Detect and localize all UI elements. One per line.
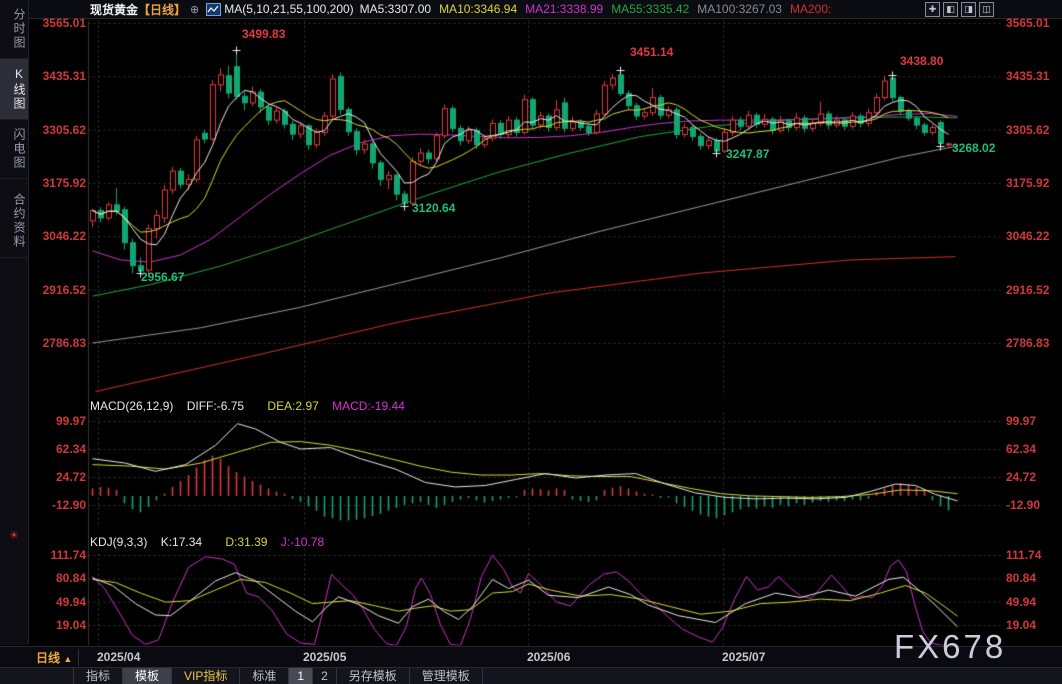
price-axis-tick-label: 3175.92 bbox=[30, 176, 86, 190]
tab-standard[interactable]: 标准 bbox=[240, 668, 289, 684]
kdj-axis-tick-label: 19.04 bbox=[1006, 618, 1036, 632]
price-axis-tick-label: 2916.52 bbox=[1006, 283, 1049, 297]
time-tick: 2025/06 bbox=[527, 650, 570, 664]
price-axis-tick-label: 3435.31 bbox=[1006, 69, 1049, 83]
ma21-value: MA21:3338.99 bbox=[525, 2, 603, 16]
pan-icon[interactable]: ✚ bbox=[925, 2, 940, 17]
sidebar-item-lightning[interactable]: 闪电图 bbox=[0, 120, 28, 179]
tab-template-2[interactable]: 2 bbox=[313, 668, 337, 684]
chevron-up-icon: ▲ bbox=[63, 654, 72, 664]
price-axis-tick-label: 3305.62 bbox=[1006, 123, 1049, 137]
price-annotation: 3451.14 bbox=[630, 45, 673, 59]
price-axis-tick-label: 2786.83 bbox=[30, 336, 86, 350]
kdj-axis-tick-label: 49.94 bbox=[30, 595, 86, 609]
expand-icon[interactable]: ⊕ bbox=[190, 3, 199, 16]
top-bar: 现货黄金 【日线】 ⊕ MA(5,10,21,55,100,200) MA5:3… bbox=[28, 0, 1062, 19]
sidebar-item-contract-info[interactable]: 合约资料 bbox=[0, 185, 28, 258]
collapse-pane-icon[interactable]: ◫ bbox=[979, 2, 994, 17]
time-tick: 2025/07 bbox=[722, 650, 765, 664]
ma-settings-label[interactable]: MA(5,10,21,55,100,200) bbox=[224, 2, 353, 16]
price-annotation: 3268.02 bbox=[952, 141, 995, 155]
tab-indicators[interactable]: 指标 bbox=[73, 668, 123, 684]
alert-sun-icon[interactable]: ☀ bbox=[9, 529, 19, 542]
ma100-value: MA100:3267.03 bbox=[697, 2, 782, 16]
macd-dea-value: DEA:2.97 bbox=[267, 399, 318, 413]
macd-header: MACD(26,12,9) DIFF:-6.75 DEA:2.97 MACD:-… bbox=[90, 399, 415, 413]
price-axis-tick-label: 3435.31 bbox=[30, 69, 86, 83]
kdj-axis-tick-label: 111.74 bbox=[30, 548, 86, 562]
kdj-axis-tick-label: 49.94 bbox=[1006, 595, 1036, 609]
symbol-title: 现货黄金 bbox=[90, 1, 138, 18]
ma5-value: MA5:3307.00 bbox=[360, 2, 431, 16]
chart-type-icon[interactable] bbox=[206, 3, 221, 16]
macd-macd-value: MACD:-19.44 bbox=[332, 399, 405, 413]
tab-template-1[interactable]: 1 bbox=[289, 668, 313, 684]
app-window: 现货黄金 【日线】 ⊕ MA(5,10,21,55,100,200) MA5:3… bbox=[0, 0, 1062, 684]
tab-manage-templates[interactable]: 管理模板 bbox=[410, 668, 483, 684]
price-axis-tick-label: 3046.22 bbox=[30, 229, 86, 243]
kdj-header: KDJ(9,3,3) K:17.34 D:31.39 J:-10.78 bbox=[90, 535, 334, 549]
macd-axis-tick-label: 24.72 bbox=[1006, 470, 1036, 484]
price-axis-tick-label: 3046.22 bbox=[1006, 229, 1049, 243]
price-axis-tick-label: 3305.62 bbox=[30, 123, 86, 137]
kdj-name-k: KDJ(9,3,3) K:17.34 bbox=[90, 535, 212, 549]
period-tag[interactable]: 【日线】 bbox=[138, 1, 186, 18]
period-selector[interactable]: 日线 ▲ bbox=[30, 649, 79, 666]
kdj-axis-tick-label: 19.04 bbox=[30, 618, 86, 632]
kdj-axis-tick-label: 80.84 bbox=[30, 571, 86, 585]
kdj-d-value: D:31.39 bbox=[225, 535, 267, 549]
price-axis-tick-label: 3565.01 bbox=[30, 16, 86, 30]
macd-axis-tick-label: -12.90 bbox=[1006, 498, 1040, 512]
macd-name-diff: MACD(26,12,9) DIFF:-6.75 bbox=[90, 399, 254, 413]
ma55-value: MA55:3335.42 bbox=[611, 2, 689, 16]
macd-axis-tick-label: 62.34 bbox=[30, 442, 86, 456]
price-axis-tick-label: 3565.01 bbox=[1006, 16, 1049, 30]
kdj-axis-tick-label: 111.74 bbox=[1006, 548, 1041, 562]
price-annotation: 3120.64 bbox=[412, 201, 455, 215]
new-pane-icon[interactable]: ◧ bbox=[943, 2, 958, 17]
price-axis-tick-label: 2786.83 bbox=[1006, 336, 1049, 350]
bottom-tab-bar: 指标 模板 VIP指标 标准 1 2 另存模板 管理模板 bbox=[0, 667, 1062, 684]
macd-axis-tick-label: 99.97 bbox=[1006, 414, 1036, 428]
chart-canvas[interactable] bbox=[0, 0, 1062, 684]
tab-vip-indicators[interactable]: VIP指标 bbox=[172, 668, 240, 684]
macd-axis-tick-label: 99.97 bbox=[30, 414, 86, 428]
kdj-j-value: J:-10.78 bbox=[281, 535, 324, 549]
sidebar-item-kline[interactable]: K线图 bbox=[0, 59, 28, 120]
price-axis-tick-label: 3175.92 bbox=[1006, 176, 1049, 190]
tab-templates[interactable]: 模板 bbox=[123, 668, 172, 684]
macd-axis-tick-label: -12.90 bbox=[30, 498, 86, 512]
price-annotation: 3438.80 bbox=[900, 54, 943, 68]
price-annotation: 3247.87 bbox=[726, 147, 769, 161]
fx678-watermark: FX678 bbox=[894, 628, 1006, 666]
time-tick: 2025/04 bbox=[97, 650, 140, 664]
price-annotation: 2956.67 bbox=[141, 270, 184, 284]
price-axis-tick-label: 2916.52 bbox=[30, 283, 86, 297]
sidebar-item-timeshare[interactable]: 分时图 bbox=[0, 0, 28, 59]
left-sidebar: 分时图 K线图 闪电图 合约资料 ☀ bbox=[0, 0, 29, 645]
ma10-value: MA10:3346.94 bbox=[439, 2, 517, 16]
kdj-axis-tick-label: 80.84 bbox=[1006, 571, 1036, 585]
time-tick: 2025/05 bbox=[303, 650, 346, 664]
tab-save-template[interactable]: 另存模板 bbox=[337, 668, 410, 684]
price-annotation: 3499.83 bbox=[242, 27, 285, 41]
indicator-pane-icon[interactable]: ◨ bbox=[961, 2, 976, 17]
macd-axis-tick-label: 24.72 bbox=[30, 470, 86, 484]
ma200-value: MA200: bbox=[790, 2, 831, 16]
macd-axis-tick-label: 62.34 bbox=[1006, 442, 1036, 456]
window-controls: ✚ ◧ ◨ ◫ bbox=[925, 2, 994, 17]
